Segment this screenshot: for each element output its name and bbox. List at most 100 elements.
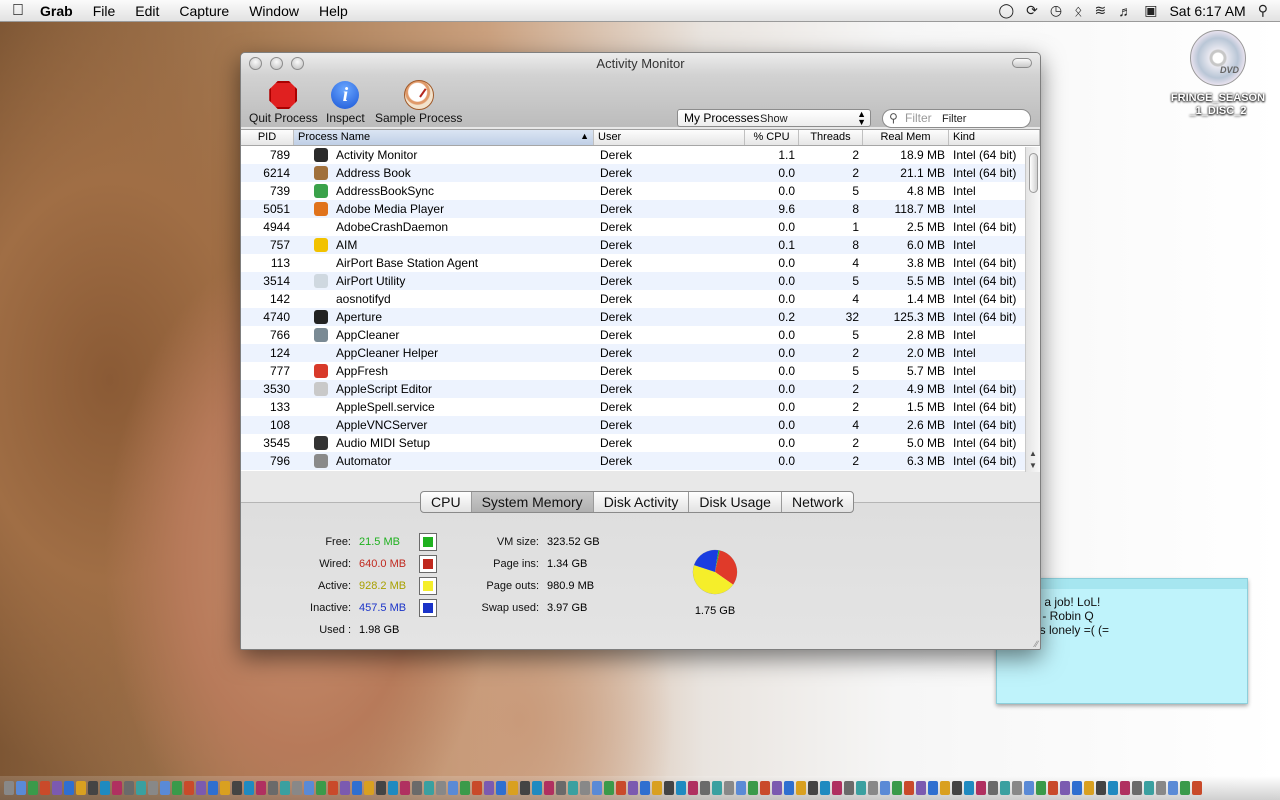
wifi-icon[interactable]: ≋ [1094,2,1106,19]
col-cpu[interactable]: % CPU [745,130,799,145]
volume-icon[interactable]: ♬ [1118,3,1132,19]
tab-network[interactable]: Network [782,492,853,512]
dock-app-icon[interactable] [688,781,698,795]
dock-app-icon[interactable] [52,781,62,795]
dock-app-icon[interactable] [232,781,242,795]
dock-app-icon[interactable] [1156,781,1166,795]
dock-app-icon[interactable] [772,781,782,795]
dock-app-icon[interactable] [328,781,338,795]
dock-app-icon[interactable] [1108,781,1118,795]
tab-disk-activity[interactable]: Disk Activity [594,492,690,512]
col-process-name[interactable]: Process Name ▲ [294,130,594,145]
dock-app-icon[interactable] [592,781,602,795]
dock-app-icon[interactable] [820,781,830,795]
dock-app-icon[interactable] [748,781,758,795]
tab-disk-usage[interactable]: Disk Usage [689,492,782,512]
dock-app-icon[interactable] [136,781,146,795]
quit-process-button[interactable]: Quit Process [249,79,318,125]
dock-app-icon[interactable] [604,781,614,795]
dock-app-icon[interactable] [172,781,182,795]
spotlight-search-icon[interactable]: ⚲ [1258,2,1268,19]
dock-app-icon[interactable] [652,781,662,795]
dock-app-icon[interactable] [616,781,626,795]
dock-app-icon[interactable] [484,781,494,795]
dock-app-icon[interactable] [892,781,902,795]
table-row[interactable]: 757 AIM Derek 0.1 8 6.0 MB Intel [241,236,1040,254]
dock-app-icon[interactable] [988,781,998,795]
dock-app-icon[interactable] [304,781,314,795]
dock-app-icon[interactable] [220,781,230,795]
dock-app-icon[interactable] [964,781,974,795]
dock-app-icon[interactable] [1180,781,1190,795]
dock-app-icon[interactable] [544,781,554,795]
dock-app-icon[interactable] [352,781,362,795]
dock-app-icon[interactable] [868,781,878,795]
dock-app-icon[interactable] [976,781,986,795]
dock-app-icon[interactable] [880,781,890,795]
dock-app-icon[interactable] [88,781,98,795]
zoom-button[interactable] [291,57,304,70]
table-row[interactable]: 113 AirPort Base Station Agent Derek 0.0 4 3.… [241,254,1040,272]
dock-app-icon[interactable] [16,781,26,795]
free-color-swatch[interactable] [419,533,437,551]
dock-app-icon[interactable] [28,781,38,795]
dock-app-icon[interactable] [712,781,722,795]
dock-app-icon[interactable] [508,781,518,795]
dock-app-icon[interactable] [448,781,458,795]
resize-handle-icon[interactable]: ∕∕ [1035,639,1038,649]
dock-app-icon[interactable] [580,781,590,795]
dock-app-icon[interactable] [208,781,218,795]
col-threads[interactable]: Threads [799,130,863,145]
dock-app-icon[interactable] [460,781,470,795]
dock-app-icon[interactable] [1120,781,1130,795]
minimize-button[interactable] [270,57,283,70]
dock-app-icon[interactable] [124,781,134,795]
table-row[interactable]: 796 Automator Derek 0.0 2 6.3 MB Intel (64 bit… [241,452,1040,470]
dock-app-icon[interactable] [436,781,446,795]
table-row[interactable]: 766 AppCleaner Derek 0.0 5 2.8 MB Intel [241,326,1040,344]
dock-app-icon[interactable] [796,781,806,795]
table-row[interactable]: 3545 Audio MIDI Setup Derek 0.0 2 5.0 MB Intel… [241,434,1040,452]
vertical-scrollbar[interactable]: ▲ ▼ [1025,147,1040,472]
col-kind[interactable]: Kind [949,130,1040,145]
table-row[interactable]: 4740 Aperture Derek 0.2 32 125.3 MB Intel (64 … [241,308,1040,326]
dock-app-icon[interactable] [556,781,566,795]
dock-app-icon[interactable] [760,781,770,795]
inactive-color-swatch[interactable] [419,599,437,617]
bluetooth-icon[interactable]: ᛟ [1074,3,1082,19]
dock-app-icon[interactable] [520,781,530,795]
table-row[interactable]: 777 AppFresh Derek 0.0 5 5.7 MB Intel [241,362,1040,380]
dock-app-icon[interactable] [412,781,422,795]
tab-system-memory[interactable]: System Memory [471,492,594,512]
dock-app-icon[interactable] [316,781,326,795]
dock-app-icon[interactable] [64,781,74,795]
scrollbar-thumb[interactable] [1029,153,1038,193]
dock-app-icon[interactable] [856,781,866,795]
table-row[interactable]: 108 AppleVNCServer Derek 0.0 4 2.6 MB Intel (6… [241,416,1040,434]
menu-app-name[interactable]: Grab [36,3,83,19]
close-button[interactable] [249,57,262,70]
dock-app-icon[interactable] [100,781,110,795]
dock-app-icon[interactable] [832,781,842,795]
sync-icon[interactable]: ⟳ [1026,2,1038,19]
dock-app-icon[interactable] [1132,781,1142,795]
table-row[interactable]: 5051 Adobe Media Player Derek 9.6 8 118.7 MB I… [241,200,1040,218]
dock-app-icon[interactable] [1012,781,1022,795]
dock-app-icon[interactable] [388,781,398,795]
dock-app-icon[interactable] [664,781,674,795]
table-row[interactable]: 124 AppCleaner Helper Derek 0.0 2 2.0 MB Intel [241,344,1040,362]
dock-app-icon[interactable] [424,781,434,795]
col-pid[interactable]: PID [241,130,294,145]
dock-app-icon[interactable] [472,781,482,795]
dock-app-icon[interactable] [1036,781,1046,795]
dock-app-icon[interactable] [928,781,938,795]
dock-app-icon[interactable] [244,781,254,795]
dock-app-icon[interactable] [1000,781,1010,795]
dock-app-icon[interactable] [1096,781,1106,795]
toolbar-toggle-button[interactable] [1012,58,1032,68]
dock-app-icon[interactable] [292,781,302,795]
dock-app-icon[interactable] [904,781,914,795]
dock-app-icon[interactable] [640,781,650,795]
menu-capture[interactable]: Capture [169,3,239,19]
dock-app-icon[interactable] [1048,781,1058,795]
